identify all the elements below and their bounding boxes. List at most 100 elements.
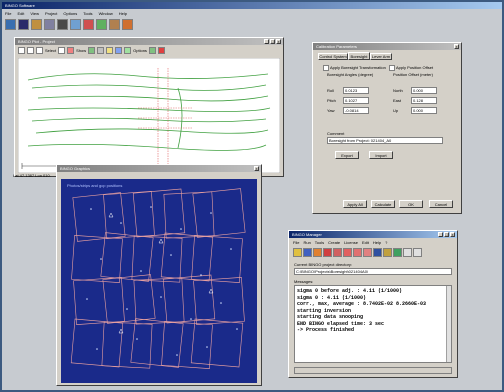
block-plot-header: Photos/strips and gcp positions: [67, 183, 122, 188]
pointer-icon[interactable]: [18, 47, 25, 54]
menu-help[interactable]: Help: [119, 11, 127, 16]
new-project-icon[interactable]: [5, 19, 16, 30]
manager-maximize-icon[interactable]: □: [444, 232, 449, 237]
north-field[interactable]: 0.000: [411, 87, 437, 94]
edit-icon[interactable]: [383, 248, 392, 257]
menu-edit[interactable]: Edit: [17, 11, 24, 16]
boresight-group-label: Boresight Angles (degree): [327, 72, 374, 77]
show-gcp-icon[interactable]: [88, 47, 96, 54]
analysis-icon[interactable]: [343, 248, 352, 257]
apply-offset-checkbox[interactable]: Apply Position Offset: [389, 65, 433, 71]
east-label: East: [393, 98, 402, 103]
show-photo-icon[interactable]: [115, 47, 123, 54]
dialog-close-icon[interactable]: x: [454, 44, 459, 49]
project-dir-field[interactable]: C:\BINGO\Projects\Boresight\021404A0\: [294, 268, 452, 275]
main-title: BINGO Software: [5, 3, 35, 8]
manager-menu-about[interactable]: ?: [385, 240, 387, 245]
graphics-close-icon[interactable]: x: [254, 166, 259, 171]
list-icon[interactable]: [363, 248, 372, 257]
manager-menu-file[interactable]: File: [293, 240, 299, 245]
north-label: North: [393, 88, 403, 93]
minimize-icon[interactable]: _: [264, 39, 269, 44]
plot-title: BINGO Plot - Project: [18, 39, 55, 44]
strip-icon[interactable]: [96, 19, 107, 30]
manager-minimize-icon[interactable]: _: [438, 232, 443, 237]
apply-boresight-checkbox[interactable]: Apply Boresight Transformation: [323, 65, 386, 71]
menu-file[interactable]: File: [5, 11, 11, 16]
table-icon[interactable]: [122, 19, 133, 30]
help-icon[interactable]: [403, 248, 412, 257]
pan-icon[interactable]: [36, 47, 43, 54]
pitch-label: Pitch: [327, 98, 336, 103]
checkbox-icon: [389, 65, 395, 71]
manager-menu-edit[interactable]: Edit: [362, 240, 369, 245]
graphics-title: BINGO Graphics: [60, 166, 91, 171]
report-icon[interactable]: [353, 248, 362, 257]
calculate-button[interactable]: Calculate: [371, 200, 395, 208]
layers-icon[interactable]: [44, 19, 55, 30]
show-strip-icon[interactable]: [106, 47, 114, 54]
monitor-icon[interactable]: [373, 248, 382, 257]
settings-icon[interactable]: [109, 19, 120, 30]
dialog-titlebar: Calibration Parameters: [313, 43, 461, 50]
manager-menu-run[interactable]: Run: [303, 240, 310, 245]
select-photo-icon[interactable]: [67, 47, 75, 54]
strip-run-icon[interactable]: [323, 248, 332, 257]
up-field[interactable]: 0.000: [411, 107, 437, 114]
close-icon[interactable]: x: [276, 39, 281, 44]
dialog-title: Calibration Parameters: [316, 44, 357, 49]
export-button[interactable]: Export: [335, 151, 359, 159]
manager-menu-license[interactable]: License: [344, 240, 358, 245]
open-icon[interactable]: [31, 19, 42, 30]
save-icon[interactable]: [18, 19, 29, 30]
select-strip-icon[interactable]: [58, 47, 66, 54]
dialog-controls: x: [454, 44, 459, 49]
menu-tools[interactable]: Tools: [83, 11, 92, 16]
cancel-button[interactable]: Cancel: [429, 200, 453, 208]
message-line: -> Process finished: [297, 327, 355, 333]
tab-lever-arm[interactable]: Lever Arm: [370, 53, 392, 60]
chart-icon[interactable]: [83, 19, 94, 30]
manager-menu-create[interactable]: Create: [328, 240, 340, 245]
manager-menubar: File Run Tools Create License Edit Help …: [293, 240, 387, 245]
tab-control-system[interactable]: Control System: [318, 53, 348, 60]
comment-field[interactable]: Boresight from Project: 021404_A0: [327, 137, 443, 144]
menu-options[interactable]: Options: [63, 11, 77, 16]
apply-all-button[interactable]: Apply All: [343, 200, 367, 208]
camera-icon[interactable]: [57, 19, 68, 30]
yaw-field[interactable]: -0.0814: [343, 107, 369, 114]
manager-menu-help[interactable]: Help: [373, 240, 381, 245]
menu-window[interactable]: Window: [99, 11, 113, 16]
manager-controls: _ □ x: [438, 232, 455, 237]
messages-scrollbar[interactable]: [446, 286, 451, 362]
pitch-field[interactable]: 0.1027: [343, 97, 369, 104]
options-stop-icon[interactable]: [157, 47, 165, 54]
main-toolbar: [5, 19, 133, 30]
graph-icon[interactable]: [393, 248, 402, 257]
run-icon[interactable]: [313, 248, 322, 257]
block-run-icon[interactable]: [333, 248, 342, 257]
manager-menu-tools[interactable]: Tools: [315, 240, 324, 245]
zoom-icon[interactable]: [27, 47, 34, 54]
roll-field[interactable]: 0.0123: [343, 87, 369, 94]
import-button[interactable]: Import: [369, 151, 393, 159]
show-tie-icon[interactable]: [97, 47, 105, 54]
graphics-titlebar: BINGO Graphics: [57, 165, 261, 172]
grid-icon[interactable]: [70, 19, 81, 30]
open-folder-icon[interactable]: [293, 248, 302, 257]
menu-project[interactable]: Project: [45, 11, 57, 16]
show-vector-icon[interactable]: [124, 47, 132, 54]
stop-icon[interactable]: [413, 248, 422, 257]
manager-toolbar: [293, 248, 422, 257]
block-plot[interactable]: Photos/strips and gcp positions: [61, 179, 257, 383]
options-check-icon[interactable]: [148, 47, 156, 54]
east-field[interactable]: 0.128: [411, 97, 437, 104]
save-disk-icon[interactable]: [303, 248, 312, 257]
trajectory-plot[interactable]: [18, 58, 280, 173]
tab-boresight[interactable]: Boresight: [348, 52, 370, 60]
maximize-icon[interactable]: □: [270, 39, 275, 44]
ok-button[interactable]: OK: [399, 200, 423, 208]
manager-close-icon[interactable]: x: [450, 232, 455, 237]
menu-view[interactable]: View: [30, 11, 39, 16]
main-menubar: File Edit View Project Options Tools Win…: [5, 11, 127, 16]
